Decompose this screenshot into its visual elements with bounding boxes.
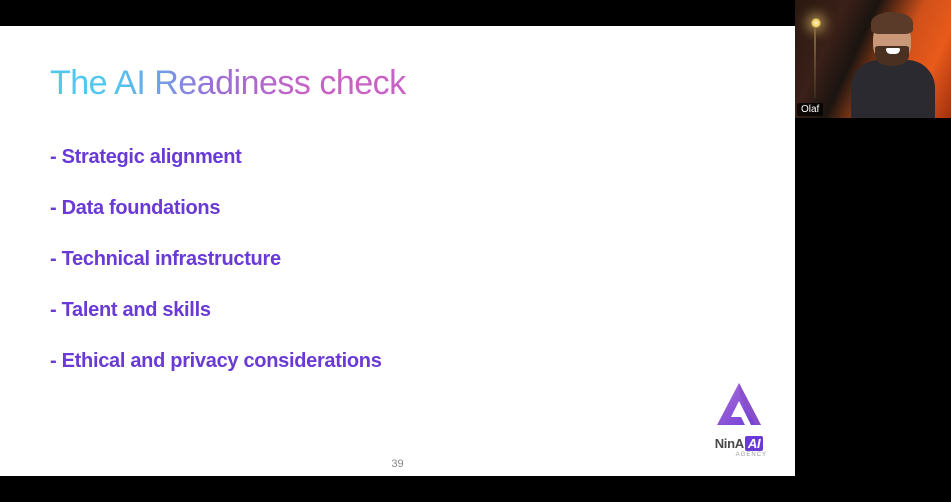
title-part-1: The <box>50 64 114 102</box>
person-silhouette <box>843 10 943 118</box>
logo-tagline: AGENCY <box>711 452 767 458</box>
bullet-item: Strategic alignment <box>50 146 382 169</box>
logo-prefix: Nin <box>715 436 735 451</box>
logo-suffix: AI <box>745 436 763 451</box>
bullet-list: Strategic alignment Data foundations Tec… <box>50 146 382 401</box>
lamp-light <box>811 18 821 28</box>
bullet-item: Ethical and privacy considerations <box>50 350 382 373</box>
bullet-item: Talent and skills <box>50 299 382 322</box>
logo-text: NinAAI <box>711 436 767 451</box>
presentation-slide: The AI Readiness check Strategic alignme… <box>0 26 795 476</box>
bullet-item: Data foundations <box>50 197 382 220</box>
logo-a-icon <box>711 381 767 429</box>
title-part-3: check <box>310 64 405 102</box>
lamp-stand <box>814 28 816 98</box>
bullet-item: Technical infrastructure <box>50 248 382 271</box>
participant-name-tag: Olaf <box>797 103 823 116</box>
title-part-2: AI Readiness <box>114 64 310 102</box>
slide-title: The AI Readiness check <box>50 64 406 103</box>
brand-logo: NinAAI AGENCY <box>711 381 767 458</box>
page-number: 39 <box>391 458 403 470</box>
webcam-tile[interactable]: Olaf <box>795 0 951 118</box>
logo-a-letter: A <box>735 436 744 451</box>
